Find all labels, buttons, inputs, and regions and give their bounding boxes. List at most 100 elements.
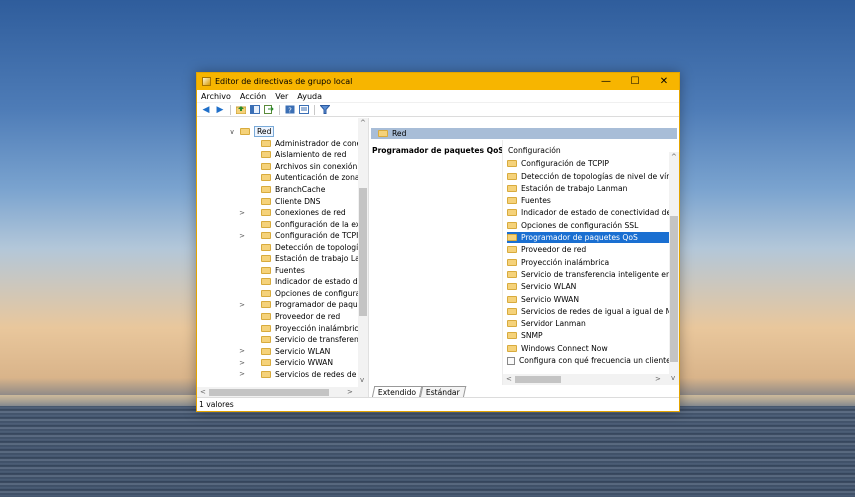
tree-vertical-scrollbar[interactable]: ^ v [358, 118, 368, 387]
folder-icon [261, 347, 271, 355]
setting-label: Servicios de redes de igual a igual de M… [521, 306, 679, 316]
folder-icon [507, 307, 517, 315]
expand-arrow-icon[interactable]: > [238, 347, 246, 355]
scroll-down-arrow-icon[interactable]: v [671, 374, 675, 382]
show-hide-tree-icon[interactable] [250, 105, 260, 115]
filter-icon[interactable] [320, 105, 330, 115]
menu-accion[interactable]: Acción [240, 92, 266, 101]
tree-item-label: Servicios de redes de igual a [275, 369, 368, 379]
setting-label: Indicador de estado de conectividad de r… [521, 208, 679, 218]
setting-folder-row[interactable]: Servicio WLAN [507, 281, 669, 293]
settings-vertical-scroll-thumb[interactable] [670, 216, 678, 362]
tree-item[interactable]: Proveedor de red [197, 311, 368, 323]
description-title: Programador de paquetes QoS [372, 146, 504, 155]
scroll-up-arrow-icon[interactable]: ^ [360, 119, 366, 127]
tree-item[interactable]: Cliente DNS [197, 195, 368, 207]
tree-item-label: Configuración de la experiei [275, 219, 368, 229]
tree-item[interactable]: Fuentes [197, 265, 368, 277]
tree-item[interactable]: Proyección inalámbrica [197, 322, 368, 334]
tree-item[interactable]: Aislamiento de red [197, 149, 368, 161]
setting-folder-row[interactable]: Estación de trabajo Lanman [507, 183, 669, 195]
tree-item[interactable]: > Programador de paquetes C [197, 299, 368, 311]
setting-folder-row[interactable]: Detección de topologías de nivel de vínc… [507, 170, 679, 182]
folder-icon [507, 197, 517, 205]
details-pane: Red Programador de paquetes QoS Configur… [369, 118, 679, 398]
setting-folder-row[interactable]: Windows Connect Now [507, 343, 669, 355]
tree-item[interactable]: Opciones de configuración [197, 288, 369, 300]
status-bar: 1 valores [197, 397, 679, 411]
content-area: ∨ Red Administrador de conexione Aislamie… [197, 118, 679, 398]
status-text: 1 valores [199, 400, 234, 409]
menu-ver[interactable]: Ver [275, 92, 288, 101]
setting-folder-row[interactable]: Servicio WWAN [507, 293, 669, 305]
settings-vertical-scrollbar[interactable]: ^ v [669, 152, 679, 385]
scroll-down-arrow-icon[interactable]: v [360, 376, 364, 384]
scroll-up-arrow-icon[interactable]: ^ [671, 153, 677, 161]
folder-icon [507, 283, 517, 291]
setting-folder-row[interactable]: Proyección inalámbrica [507, 256, 669, 268]
tree-item-red[interactable]: ∨ Red [197, 126, 368, 138]
settings-list: Configuración Configuración de TCPIP Dete… [502, 140, 679, 385]
tree-item[interactable]: > Configuración de TCPIP [197, 230, 368, 242]
setting-label: Servidor Lanman [521, 319, 586, 329]
policy-setting-row[interactable]: Configura con qué frecuencia un cliente … [507, 355, 679, 367]
setting-folder-row[interactable]: SNMP [507, 330, 669, 342]
gpedit-window: Editor de directivas de grupo local — ☐ … [196, 72, 680, 412]
tree-item[interactable]: Archivos sin conexión [197, 161, 368, 173]
scroll-left-arrow-icon[interactable]: < [200, 388, 206, 396]
title-bar[interactable]: Editor de directivas de grupo local — ☐ … [197, 73, 679, 90]
menu-archivo[interactable]: Archivo [201, 92, 231, 101]
tree-item[interactable]: > Conexiones de red [197, 207, 368, 219]
folder-icon [507, 332, 517, 340]
scroll-right-arrow-icon[interactable]: > [655, 375, 661, 383]
folder-icon [261, 255, 271, 263]
tree-item-label: Indicador de estado de cone [275, 277, 368, 287]
setting-folder-row[interactable]: Programador de paquetes QoS [507, 231, 669, 244]
details-header: Red [371, 128, 677, 139]
forward-arrow-icon[interactable]: ▶ [215, 105, 225, 115]
setting-folder-row[interactable]: Configuración de TCPIP [507, 158, 669, 170]
setting-folder-row[interactable]: Indicador de estado de conectividad de r… [507, 207, 679, 219]
tree-item[interactable]: BranchCache [197, 184, 368, 196]
scroll-right-arrow-icon[interactable]: > [347, 388, 353, 396]
tree-item-label: Opciones de configuración [275, 288, 369, 298]
expand-arrow-icon[interactable]: > [238, 359, 246, 367]
setting-folder-row[interactable]: Servidor Lanman [507, 318, 669, 330]
close-button[interactable]: ✕ [647, 73, 681, 90]
tree-item[interactable]: Configuración de la experiei [197, 218, 368, 230]
tree-item[interactable]: Detección de topologías de [197, 241, 368, 253]
setting-folder-row[interactable]: Fuentes [507, 195, 669, 207]
tree-item[interactable]: Indicador de estado de cone [197, 276, 368, 288]
menu-ayuda[interactable]: Ayuda [297, 92, 322, 101]
properties-icon[interactable] [299, 105, 309, 115]
tree-vertical-scroll-thumb[interactable] [359, 188, 367, 316]
scroll-left-arrow-icon[interactable]: < [506, 375, 512, 383]
expand-chevron-icon[interactable]: ∨ [228, 128, 236, 136]
setting-folder-row[interactable]: Servicio de transferencia inteligente en… [507, 269, 679, 281]
tree-horizontal-scroll-thumb[interactable] [209, 389, 329, 396]
tree-item[interactable]: Servicio de transferencia inte [197, 334, 368, 346]
expand-arrow-icon[interactable]: > [238, 370, 246, 378]
tree-item-label: Archivos sin conexión [275, 161, 358, 171]
settings-column-header[interactable]: Configuración [508, 146, 561, 155]
tree-item[interactable]: Autenticación de zona con c [197, 172, 368, 184]
tree-item[interactable]: > Servicio WLAN [197, 345, 368, 357]
expand-arrow-icon[interactable]: > [238, 301, 246, 309]
up-folder-icon[interactable] [236, 105, 246, 115]
folder-icon [261, 336, 271, 344]
setting-folder-row[interactable]: Opciones de configuración SSL [507, 220, 669, 232]
setting-folder-row[interactable]: Servicios de redes de igual a igual de M… [507, 306, 679, 318]
tree-item-label: Fuentes [275, 265, 305, 275]
expand-arrow-icon[interactable]: > [238, 209, 246, 217]
setting-folder-row[interactable]: Proveedor de red [507, 244, 669, 256]
folder-icon [261, 278, 271, 286]
tree-item[interactable]: Administrador de conexione [197, 138, 368, 150]
back-arrow-icon[interactable]: ◀ [201, 105, 211, 115]
help-icon[interactable]: ? [285, 105, 295, 115]
tree-item[interactable]: > Servicio WWAN [197, 357, 368, 369]
tree-item[interactable]: Estación de trabajo Lanman [197, 253, 368, 265]
tree-item[interactable]: > Servicios de redes de igual a [197, 368, 368, 380]
export-list-icon[interactable] [264, 105, 274, 115]
settings-horizontal-scroll-thumb[interactable] [515, 376, 561, 383]
expand-arrow-icon[interactable]: > [238, 232, 246, 240]
